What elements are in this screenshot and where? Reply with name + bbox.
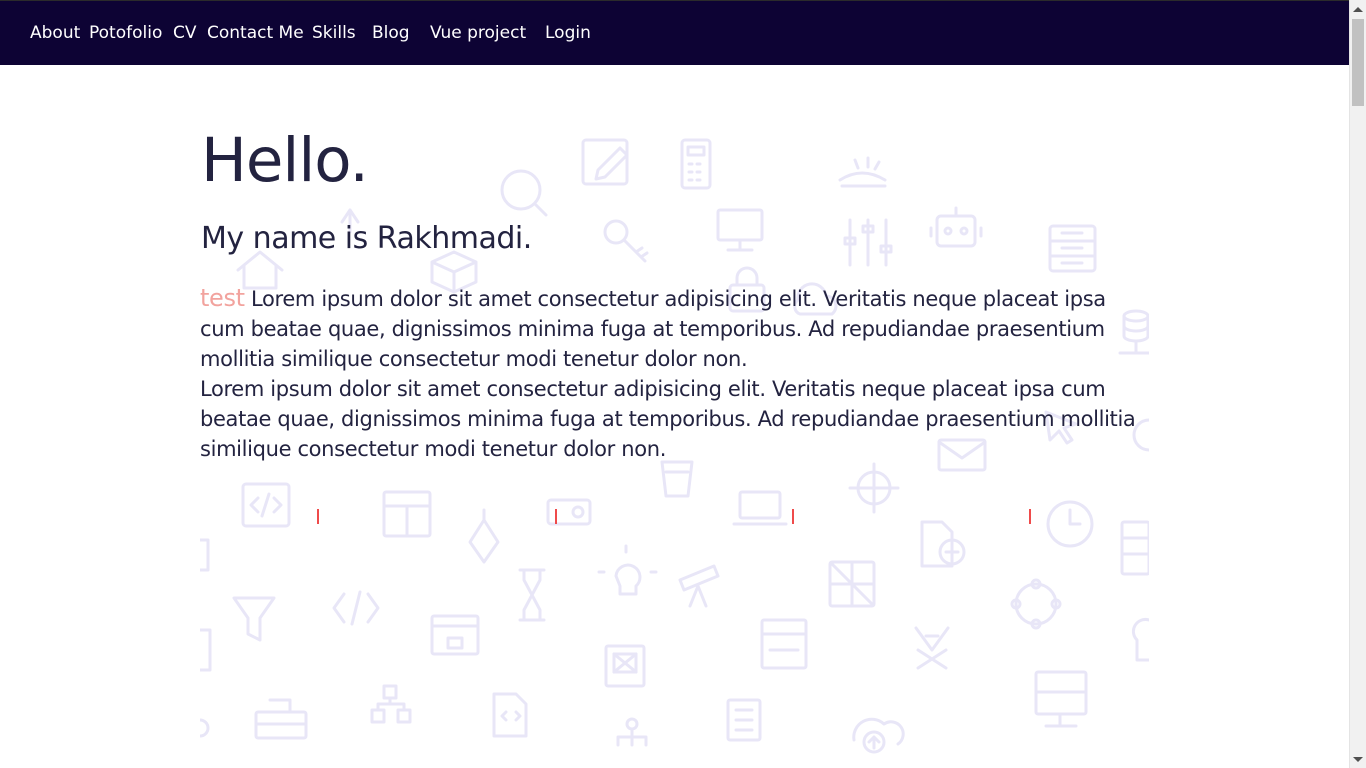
- nav-skills[interactable]: Skills: [312, 21, 356, 45]
- edge-icons-left: [200, 538, 212, 738]
- skill-marker: [555, 509, 557, 524]
- rack-icon: [1120, 520, 1149, 576]
- org-chart-icon: [616, 717, 648, 747]
- code-icon: [241, 482, 291, 528]
- browser-lock-icon: [430, 614, 480, 656]
- search-icon: [500, 169, 548, 217]
- skill-marker: [792, 509, 794, 524]
- sitemap-icon: [370, 684, 412, 724]
- top-navbar: About Potofolio CV Contact Me Skills Blo…: [0, 0, 1349, 65]
- monitor-icon: [716, 208, 764, 252]
- hero-subtitle: My name is Rakhmadi.: [201, 221, 532, 256]
- cloud-upload-icon: [852, 717, 905, 754]
- server-icon: [1048, 224, 1097, 273]
- scroll-thumb[interactable]: [1352, 19, 1364, 106]
- server-stack-icon: [1034, 670, 1088, 728]
- nav-blog[interactable]: Blog: [372, 21, 410, 45]
- key-icon: [603, 219, 649, 263]
- bucket-icon: [660, 460, 694, 498]
- skill-marker: [1029, 509, 1031, 524]
- hero-title: Hello.: [201, 125, 369, 196]
- hourglass-icon: [518, 568, 546, 622]
- nav-login[interactable]: Login: [545, 21, 591, 45]
- image-icon: [604, 644, 646, 688]
- image-grid-icon: [828, 560, 876, 608]
- clock-icon: [1046, 500, 1094, 548]
- brackets-icon: [332, 590, 380, 626]
- nav-contact-me[interactable]: Contact Me: [207, 21, 304, 45]
- shared-servers-icon: [254, 698, 308, 740]
- scroll-down-arrow-icon[interactable]: [1353, 757, 1363, 762]
- file-code-icon: [492, 692, 528, 738]
- scroll-up-arrow-icon[interactable]: [1353, 7, 1363, 12]
- filter-icon: [232, 596, 276, 642]
- laptop-icon: [732, 490, 788, 526]
- robot-icon: [929, 206, 983, 248]
- presentation-icon: [760, 618, 808, 670]
- intro-paragraph: test Lorem ipsum dolor sit amet consecte…: [200, 283, 1140, 464]
- calculator-icon: [680, 138, 712, 190]
- pen-nib-icon: [468, 508, 500, 564]
- nav-portfolio[interactable]: Potofolio: [89, 21, 162, 45]
- target-icon: [848, 462, 900, 514]
- sliders-icon: [843, 218, 893, 267]
- nav-about[interactable]: About: [30, 21, 80, 45]
- nav-vue-project[interactable]: Vue project: [430, 21, 526, 45]
- network-icon: [1010, 578, 1062, 630]
- paragraph-text-1: Lorem ipsum dolor sit amet consectetur a…: [200, 287, 1106, 371]
- director-chair-icon: [914, 626, 950, 670]
- telescope-icon: [678, 564, 720, 608]
- layout-icon: [382, 490, 432, 538]
- nav-cv[interactable]: CV: [173, 21, 197, 45]
- accent-word: test: [200, 284, 245, 312]
- edit-icon: [581, 138, 629, 186]
- sparkle-icon: [838, 156, 887, 188]
- skill-marker: [317, 509, 319, 524]
- file-add-icon: [920, 520, 966, 568]
- bulb-icon: [597, 544, 658, 596]
- documents-icon: [726, 698, 762, 742]
- paragraph-text-2: Lorem ipsum dolor sit amet consectetur a…: [200, 377, 1136, 461]
- page-scrollbar[interactable]: [1349, 0, 1366, 768]
